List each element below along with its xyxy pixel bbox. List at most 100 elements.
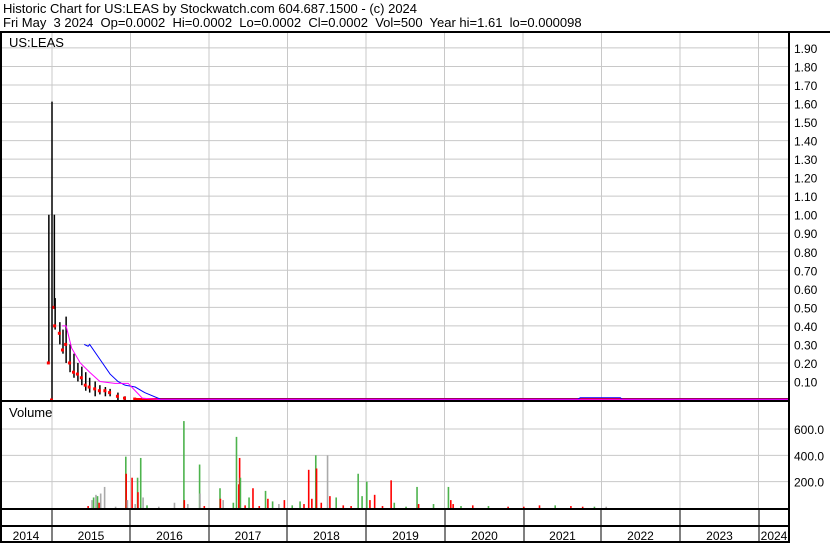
volume-bar (199, 493, 201, 508)
close-marker (68, 361, 72, 365)
close-marker (87, 385, 91, 389)
chart-window: Historic Chart for US:LEAS by Stockwatch… (0, 0, 830, 543)
volume-bar (98, 502, 100, 508)
close-marker (103, 389, 107, 393)
close-marker (46, 361, 50, 365)
volume-bar (417, 504, 420, 508)
price-tick-label: 1.40 (794, 135, 818, 149)
volume-bar (523, 506, 525, 508)
price-tick-label: 1.90 (794, 42, 818, 56)
volume-bar (487, 506, 490, 508)
volume-bar (361, 496, 363, 508)
close-marker (71, 370, 75, 374)
volume-bar (219, 498, 222, 508)
volume-bar (146, 505, 148, 508)
volume-bar (369, 500, 371, 508)
year-label: 2023 (706, 529, 733, 543)
volume-bar (235, 436, 238, 508)
volume-bar (570, 506, 572, 508)
volume-bar (137, 492, 139, 508)
volume-tick-label: 600.0 (794, 423, 824, 437)
year-label: 2018 (313, 529, 340, 543)
volume-bar (222, 500, 224, 508)
volume-bar (311, 498, 313, 508)
volume-bar (471, 505, 474, 508)
volume-bar (329, 496, 331, 508)
volume-bar (432, 504, 435, 508)
year-label: 2016 (156, 529, 183, 543)
volume-bar (187, 504, 189, 508)
volume-tick-label: 400.0 (794, 449, 824, 463)
volume-bar (291, 505, 294, 508)
volume-bar (87, 506, 89, 508)
volume-bar (303, 504, 305, 508)
price-tick-label: 1.60 (794, 98, 818, 112)
volume-bar (393, 502, 396, 508)
close-marker (53, 324, 57, 328)
volume-bar (131, 477, 133, 508)
volume-bar (278, 504, 280, 508)
volume-bar (248, 497, 250, 508)
volume-bar (593, 506, 596, 508)
volume-bar (299, 501, 301, 508)
volume-bar (342, 505, 345, 508)
volume-bar (605, 506, 608, 508)
volume-bar (157, 506, 160, 508)
volume-bar (252, 488, 254, 508)
volume-bar (357, 473, 359, 508)
volume-bar (366, 481, 368, 508)
volume-bar (183, 421, 185, 508)
volume-bar (554, 505, 556, 508)
year-label: 2021 (549, 529, 576, 543)
close-marker (93, 387, 97, 391)
year-label: 2020 (471, 529, 498, 543)
volume-bar (452, 504, 454, 508)
price-tick-label: 1.00 (794, 209, 818, 223)
volume-bar (460, 506, 462, 508)
volume-bar (271, 501, 274, 508)
volume-bar (405, 506, 407, 508)
price-tick-label: 0.20 (794, 357, 818, 371)
price-tick-label: 0.10 (794, 375, 818, 389)
volume-bar (264, 490, 267, 508)
volume-bar (447, 486, 450, 508)
price-tick-label: 0.30 (794, 338, 818, 352)
close-marker (75, 372, 79, 376)
volume-bar (507, 506, 509, 508)
long-moving-average-line (83, 343, 789, 400)
volume-bar (142, 497, 144, 508)
price-tick-label: 1.10 (794, 190, 818, 204)
close-marker (97, 389, 101, 393)
volume-label: Volume (9, 405, 52, 420)
volume-bar (91, 500, 93, 508)
year-label: 2014 (13, 529, 40, 543)
volume-tick-label: 200.0 (794, 476, 824, 490)
year-label: 2024 (761, 529, 788, 543)
volume-bar (381, 506, 384, 508)
close-marker (57, 331, 61, 335)
volume-bar (139, 457, 142, 508)
volume-bar (315, 468, 318, 508)
close-marker (123, 396, 127, 400)
volume-bar (114, 506, 117, 508)
volume-bar (538, 505, 541, 508)
price-tick-label: 0.50 (794, 301, 818, 315)
volume-bar (92, 497, 95, 508)
price-tick-label: 1.80 (794, 60, 818, 74)
volume-bar (134, 504, 137, 508)
volume-bar (307, 469, 310, 508)
year-label: 2017 (235, 529, 262, 543)
volume-bar (416, 486, 418, 508)
price-tick-label: 1.50 (794, 116, 818, 130)
price-tick-label: 0.70 (794, 264, 818, 278)
volume-bar (126, 500, 129, 508)
volume-bar (238, 484, 240, 508)
price-tick-label: 1.20 (794, 172, 818, 186)
volume-bar (244, 505, 246, 508)
price-tick-label: 0.90 (794, 227, 818, 241)
volume-bar (99, 493, 102, 508)
close-marker (83, 383, 87, 387)
plot-frame (0, 31, 790, 543)
volume-bar (350, 506, 352, 508)
close-marker (60, 348, 64, 352)
